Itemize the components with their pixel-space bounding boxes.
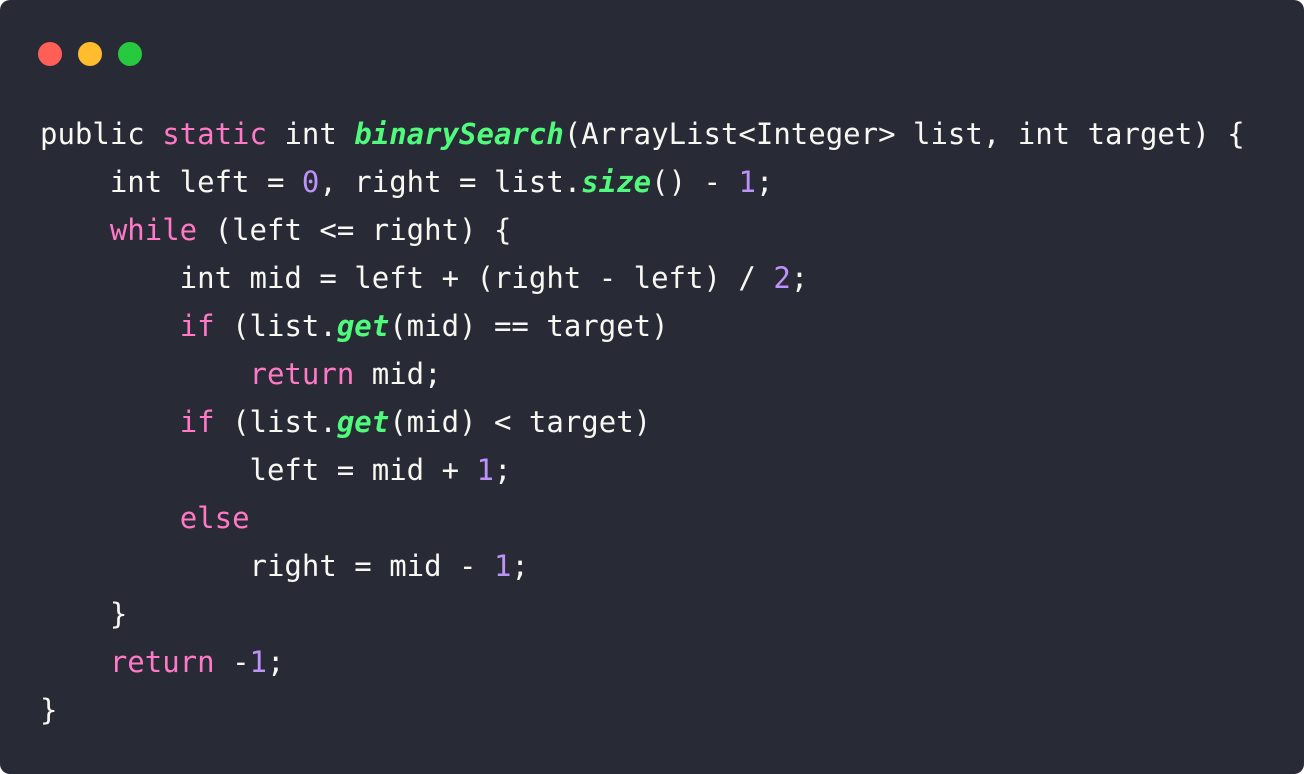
code-line: return -1; (40, 638, 1245, 686)
code-token: int (266, 117, 355, 151)
code-token: ; (511, 549, 529, 583)
code-token: } (40, 693, 58, 727)
code-token: (list. (214, 309, 337, 343)
code-token: get (336, 405, 390, 439)
code-token: () - (651, 165, 739, 199)
code-token: size (581, 165, 652, 199)
code-token: (left <= right) { (197, 213, 512, 247)
code-token: } (40, 597, 128, 631)
code-token: if (179, 405, 215, 439)
code-token: 0 (301, 165, 320, 199)
code-token: 1 (738, 165, 756, 199)
code-token: ; (267, 645, 285, 679)
close-dot[interactable] (38, 42, 62, 66)
code-token: - (214, 645, 250, 679)
code-block: public static int binarySearch(ArrayList… (40, 110, 1245, 734)
code-token: get (336, 309, 390, 343)
code-line: if (list.get(mid) == target) (40, 302, 1245, 350)
code-token: 1 (476, 453, 494, 487)
maximize-dot[interactable] (118, 42, 142, 66)
code-token: 1 (493, 549, 512, 583)
code-token: ; (790, 261, 809, 295)
code-token: mid; (354, 357, 442, 391)
code-token: else (179, 501, 250, 535)
code-token: if (179, 309, 215, 343)
code-token: , right = list. (319, 165, 582, 199)
minimize-dot[interactable] (78, 42, 102, 66)
window-controls (38, 42, 142, 66)
code-line: int left = 0, right = list.size() - 1; (40, 158, 1245, 206)
code-token: public (40, 117, 163, 151)
code-token: (mid) == target) (389, 309, 669, 343)
code-line: else (40, 494, 1245, 542)
code-token: return (109, 645, 215, 679)
code-line: } (40, 686, 1245, 734)
code-line: int mid = left + (right - left) / 2; (40, 254, 1245, 302)
code-token: (mid) < target) (389, 405, 652, 439)
code-token: binarySearch (354, 117, 564, 151)
code-token: 1 (249, 645, 267, 679)
code-line: } (40, 590, 1245, 638)
code-line: public static int binarySearch(ArrayList… (40, 110, 1245, 158)
code-token: static (162, 117, 267, 151)
code-token: ; (493, 453, 512, 487)
code-token: while (109, 213, 198, 247)
code-token: 2 (773, 261, 791, 295)
code-token: int mid = left + (right - left) / (40, 261, 774, 295)
code-token: ; (755, 165, 774, 199)
code-window: public static int binarySearch(ArrayList… (0, 0, 1304, 774)
code-token: int left = (40, 165, 302, 199)
code-token: return (249, 357, 355, 391)
code-token: left = mid + (40, 453, 477, 487)
code-token: (list. (214, 405, 337, 439)
code-line: right = mid - 1; (40, 542, 1245, 590)
code-token: (ArrayList<Integer> list, int target) { (563, 117, 1245, 151)
code-token: right = mid - (40, 549, 494, 583)
code-line: left = mid + 1; (40, 446, 1245, 494)
code-line: while (left <= right) { (40, 206, 1245, 254)
code-line: if (list.get(mid) < target) (40, 398, 1245, 446)
code-line: return mid; (40, 350, 1245, 398)
